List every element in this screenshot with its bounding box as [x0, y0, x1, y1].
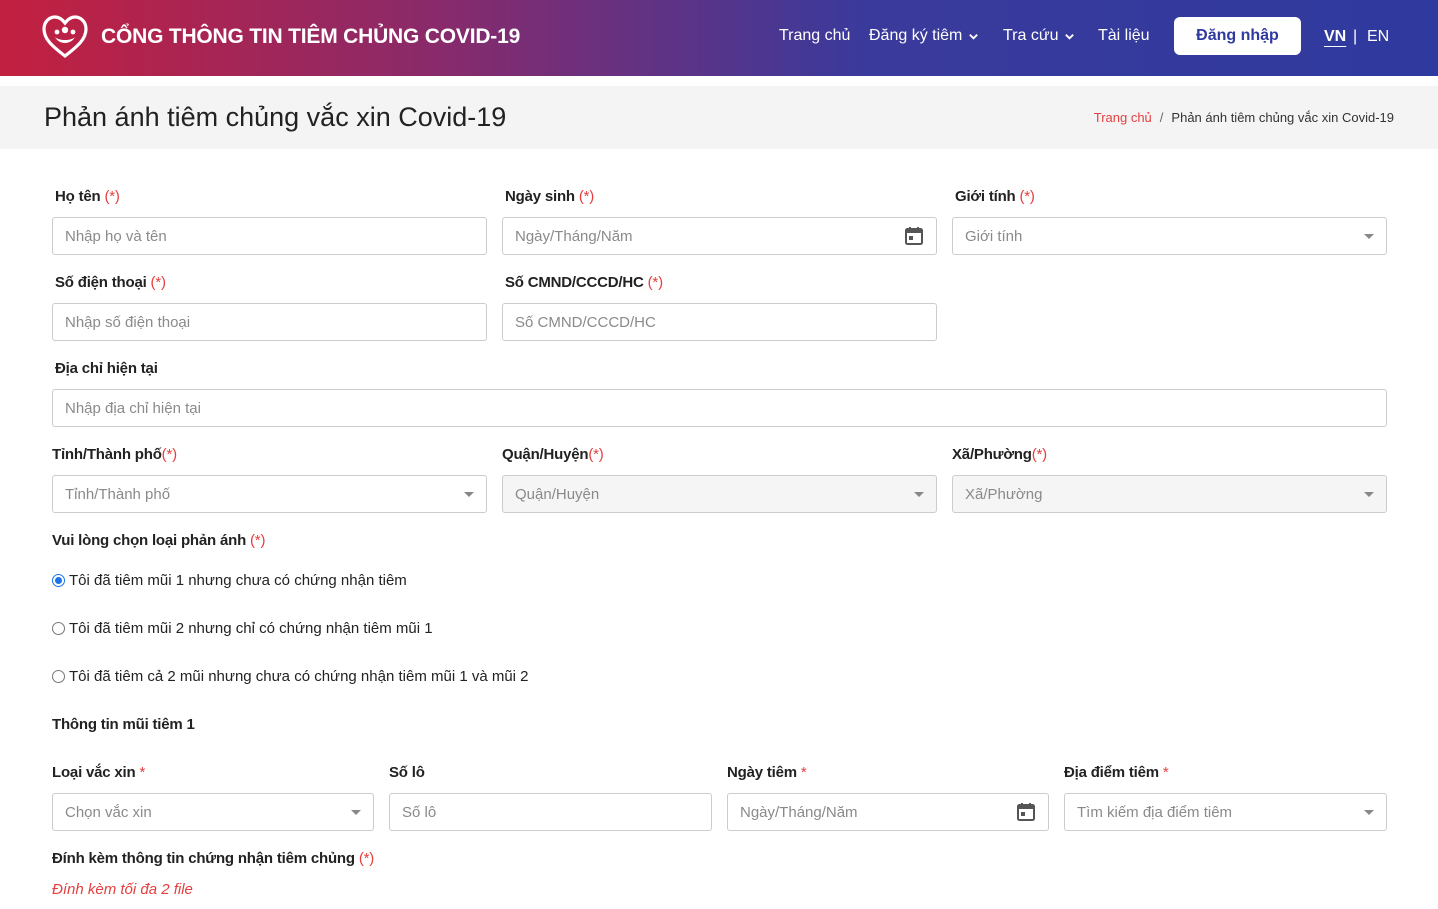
nav-documents[interactable]: Tài liệu — [1098, 27, 1150, 45]
caret-down-icon — [1364, 233, 1374, 239]
calendar-icon[interactable] — [1016, 802, 1036, 822]
caret-down-icon — [914, 491, 924, 497]
vaccine-type-select[interactable]: Chọn vắc xin — [52, 793, 374, 831]
heart-logo-icon[interactable] — [42, 15, 88, 59]
injection-date-label: Ngày tiêm * — [727, 764, 807, 781]
chevron-down-icon — [1065, 33, 1075, 40]
page-title-bar: Phản ánh tiêm chủng vắc xin Covid-19 Tra… — [0, 86, 1438, 149]
phone-label: Số điện thoại (*) — [55, 274, 166, 291]
district-select[interactable]: Quận/Huyện — [502, 475, 937, 513]
full-name-input[interactable]: Nhập họ và tên — [52, 217, 487, 255]
login-button[interactable]: Đăng nhập — [1174, 17, 1301, 55]
lang-separator: | — [1353, 28, 1358, 45]
breadcrumb-separator: / — [1159, 110, 1164, 125]
lang-en[interactable]: EN — [1367, 28, 1389, 46]
breadcrumb-home[interactable]: Trang chủ — [1094, 110, 1152, 125]
attachment-label: Đính kèm thông tin chứng nhận tiêm chủng… — [52, 850, 375, 867]
id-number-label: Số CMND/CCCD/HC (*) — [505, 274, 663, 291]
calendar-icon[interactable] — [904, 226, 924, 246]
caret-down-icon — [464, 491, 474, 497]
caret-down-icon — [1364, 809, 1374, 815]
dob-input[interactable]: Ngày/Tháng/Năm — [502, 217, 937, 255]
chevron-down-icon — [969, 33, 979, 40]
lang-vn[interactable]: VN — [1324, 28, 1346, 46]
full-name-label: Họ tên (*) — [55, 188, 120, 205]
breadcrumb: Trang chủ / Phản ánh tiêm chủng vắc xin Co… — [1094, 110, 1394, 125]
feedback-type-label: Vui lòng chọn loại phản ánh (*) — [52, 532, 266, 549]
nav-lookup[interactable]: Tra cứu — [1003, 27, 1075, 45]
feedback-option-1[interactable]: Tôi đã tiêm mũi 1 nhưng chưa có chứng nh… — [52, 572, 407, 589]
breadcrumb-current: Phản ánh tiêm chủng vắc xin Covid-19 — [1171, 110, 1394, 125]
ward-select[interactable]: Xã/Phường — [952, 475, 1387, 513]
id-number-input[interactable]: Số CMND/CCCD/HC — [502, 303, 937, 341]
caret-down-icon — [351, 809, 361, 815]
top-header: CỔNG THÔNG TIN TIÊM CHỦNG COVID-19 Trang… — [0, 0, 1438, 76]
nav-register[interactable]: Đăng ký tiêm — [869, 27, 979, 45]
feedback-option-2[interactable]: Tôi đã tiêm mũi 2 nhưng chỉ có chứng nhậ… — [52, 620, 433, 637]
caret-down-icon — [1364, 491, 1374, 497]
gender-select[interactable]: Giới tính — [952, 217, 1387, 255]
lot-number-label: Số lô — [389, 764, 425, 781]
gender-label: Giới tính (*) — [955, 188, 1035, 205]
dose1-section-title: Thông tin mũi tiêm 1 — [52, 716, 195, 733]
province-label: Tỉnh/Thành phố(*) — [52, 446, 177, 463]
vaccine-type-label: Loại vắc xin * — [52, 764, 146, 781]
radio-checked[interactable] — [52, 574, 65, 587]
address-label: Địa chỉ hiện tại — [55, 360, 158, 377]
injection-place-select[interactable]: Tìm kiếm địa điểm tiêm — [1064, 793, 1387, 831]
address-input[interactable]: Nhập địa chỉ hiện tại — [52, 389, 1387, 427]
lot-number-input[interactable]: Số lô — [389, 793, 712, 831]
attachment-note: Đính kèm tối đa 2 file — [52, 881, 193, 898]
feedback-option-3[interactable]: Tôi đã tiêm cả 2 mũi nhưng chưa có chứng… — [52, 668, 529, 685]
district-label: Quận/Huyện(*) — [502, 446, 604, 463]
phone-input[interactable]: Nhập số điện thoại — [52, 303, 487, 341]
province-select[interactable]: Tỉnh/Thành phố — [52, 475, 487, 513]
page-title: Phản ánh tiêm chủng vắc xin Covid-19 — [44, 102, 507, 132]
ward-label: Xã/Phường(*) — [952, 446, 1047, 463]
dob-label: Ngày sinh (*) — [505, 188, 595, 205]
site-title: CỔNG THÔNG TIN TIÊM CHỦNG COVID-19 — [101, 25, 521, 48]
radio-unchecked[interactable] — [52, 670, 65, 683]
nav-home[interactable]: Trang chủ — [779, 27, 850, 45]
radio-unchecked[interactable] — [52, 622, 65, 635]
injection-date-input[interactable]: Ngày/Tháng/Năm — [727, 793, 1049, 831]
injection-place-label: Địa điểm tiêm * — [1064, 764, 1169, 781]
